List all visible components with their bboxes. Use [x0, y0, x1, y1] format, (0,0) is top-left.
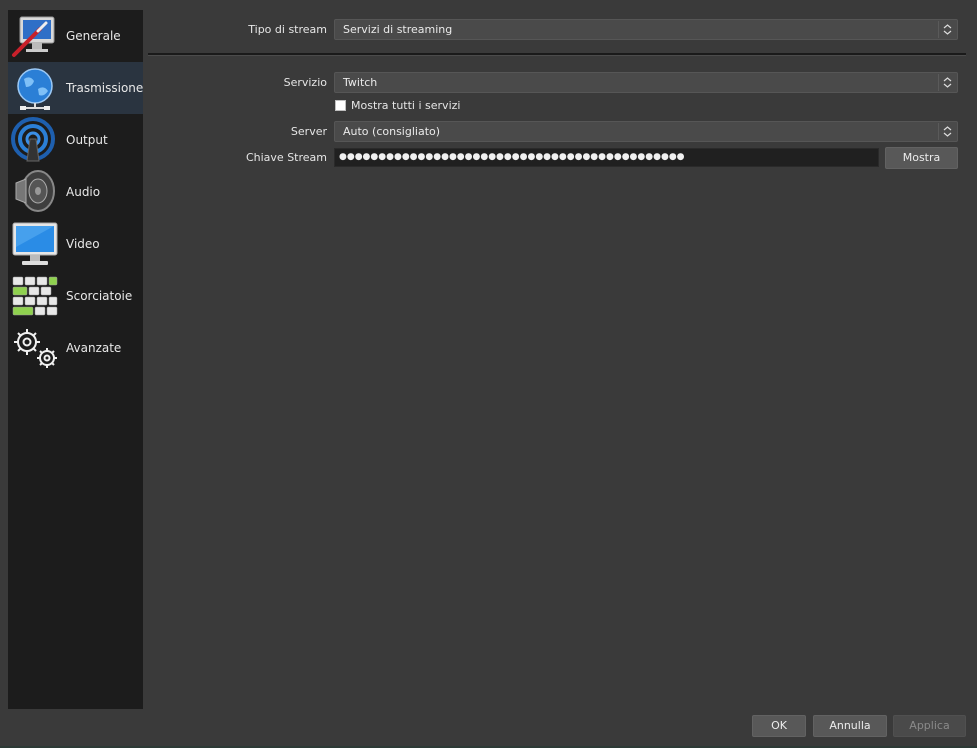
server-value: Auto (consigliato): [343, 125, 441, 138]
keyboard-icon: [10, 273, 60, 319]
service-label: Servizio: [283, 76, 327, 89]
sidebar-item-avanzate[interactable]: Avanzate: [8, 322, 143, 374]
sidebar-item-output[interactable]: Output: [8, 114, 143, 166]
show-all-services-label[interactable]: Mostra tutti i servizi: [351, 99, 460, 112]
gears-icon: [10, 325, 60, 371]
show-all-services-checkbox[interactable]: [335, 100, 346, 111]
monitor-icon: [10, 221, 60, 267]
stream-key-label: Chiave Stream: [245, 151, 327, 164]
show-key-button[interactable]: Mostra: [885, 147, 958, 169]
sidebar-item-video[interactable]: Video: [8, 218, 143, 270]
cancel-button[interactable]: Annulla: [813, 715, 887, 737]
sidebar-item-label: Generale: [66, 29, 121, 43]
section-divider: [148, 53, 966, 56]
server-select[interactable]: Auto (consigliato): [334, 121, 958, 142]
service-value: Twitch: [343, 76, 378, 89]
settings-sidebar: Generale Trasmissione Output Audio Video…: [8, 10, 143, 709]
ok-button[interactable]: OK: [752, 715, 806, 737]
sidebar-item-label: Scorciatoie: [66, 289, 133, 303]
apply-button[interactable]: Applica: [893, 715, 966, 737]
stream-type-value: Servizi di streaming: [343, 23, 453, 36]
sidebar-item-label: Video: [66, 237, 100, 251]
general-settings-icon: [10, 13, 60, 59]
broadcast-antenna-icon: [10, 117, 60, 163]
chevron-updown-icon: [938, 74, 956, 91]
sidebar-item-label: Trasmissione: [66, 81, 144, 95]
server-label: Server: [290, 125, 327, 138]
sidebar-item-label: Output: [66, 133, 108, 147]
speaker-icon: [10, 169, 60, 215]
chevron-updown-icon: [938, 123, 956, 140]
stream-type-select[interactable]: Servizi di streaming: [334, 19, 958, 40]
sidebar-item-label: Audio: [66, 185, 101, 199]
globe-network-icon: [10, 65, 60, 111]
sidebar-item-generale[interactable]: Generale: [8, 10, 143, 62]
chevron-updown-icon: [938, 21, 956, 38]
sidebar-item-scorciatoie[interactable]: Scorciatoie: [8, 270, 143, 322]
service-select[interactable]: Twitch: [334, 72, 958, 93]
sidebar-item-audio[interactable]: Audio: [8, 166, 143, 218]
sidebar-item-trasmissione[interactable]: Trasmissione: [8, 62, 143, 114]
sidebar-item-label: Avanzate: [66, 341, 122, 355]
stream-type-label: Tipo di stream: [248, 23, 327, 36]
stream-key-input[interactable]: ●●●●●●●●●●●●●●●●●●●●●●●●●●●●●●●●●●●●●●●●…: [334, 148, 879, 167]
